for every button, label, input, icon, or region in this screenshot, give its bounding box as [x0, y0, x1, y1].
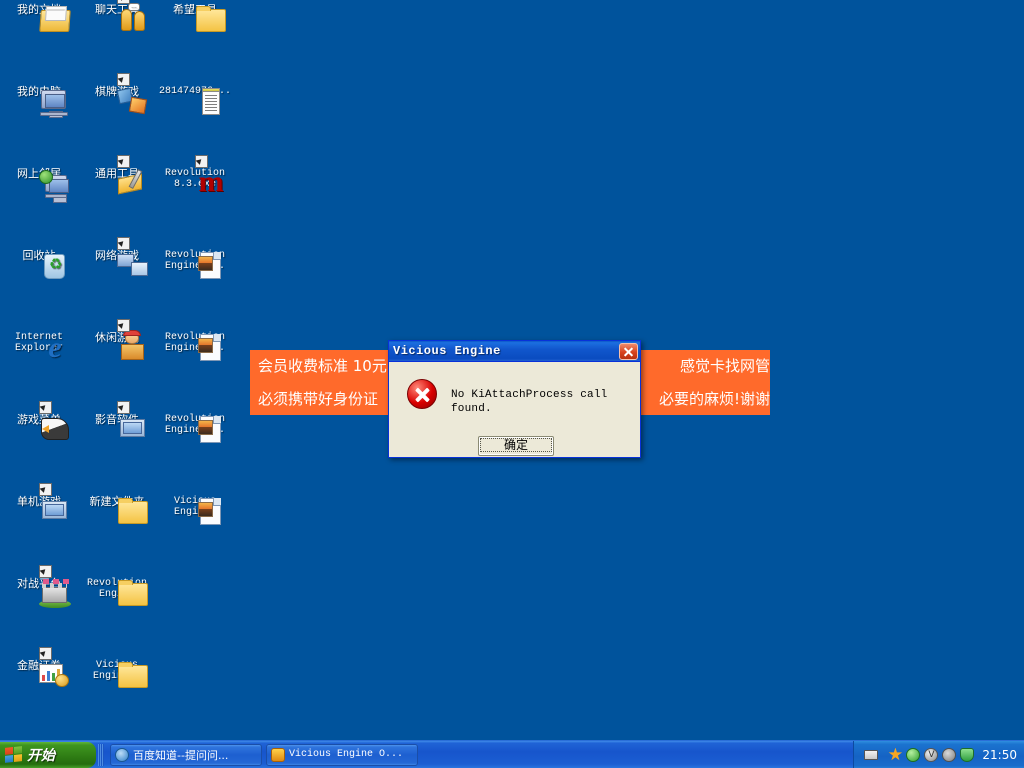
clock[interactable]: 21:50 — [982, 748, 1017, 762]
network-icon[interactable] — [942, 747, 957, 762]
ie-icon — [115, 747, 129, 762]
dialog-message: No KiAttachProcess call found. — [451, 389, 608, 415]
dialog-body: No KiAttachProcess call found. 确定 — [389, 362, 640, 458]
desktop-icon[interactable]: Revolution Engine — [78, 578, 156, 606]
show-desktop-icon[interactable] — [860, 741, 882, 768]
close-icon[interactable] — [619, 342, 638, 360]
desktop-icon[interactable]: 对战平台 — [0, 578, 78, 608]
desktop-icon-label: 回收站 — [22, 250, 56, 262]
banner-line-2-right: 必要的麻烦!谢谢 — [658, 390, 770, 408]
bug-icon — [271, 747, 285, 762]
desktop-icon-label: Revolution Engine ... — [164, 414, 225, 436]
desktop-icon[interactable]: Revolution Engine ... — [156, 250, 234, 279]
taskbar[interactable]: 开始 百度知道--提问问... Vicious Engine O... V 21:… — [0, 740, 1024, 768]
desktop-icon[interactable]: Vicious Engine 5 — [78, 660, 156, 688]
desktop-icon-label: 281474976... — [158, 86, 231, 97]
desktop-icon[interactable]: 单机游戏 — [0, 496, 78, 519]
green-shield-icon[interactable] — [906, 747, 921, 762]
desktop-icon[interactable]: … 聊天工具 — [78, 3, 156, 31]
desktop-icon[interactable]: e Internet Explorer — [0, 332, 78, 363]
volume-icon[interactable]: V — [924, 747, 939, 762]
keyboard-icon — [864, 749, 879, 760]
taskbar-buttons: 百度知道--提问问... Vicious Engine O... — [106, 743, 418, 766]
start-button[interactable]: 开始 — [0, 741, 96, 768]
desktop-icon-label: 通用工具 — [95, 168, 139, 180]
desktop-icon[interactable]: 网上邻居 — [0, 168, 78, 203]
desktop-icon[interactable]: 休闲游戏 — [78, 330, 156, 360]
desktop-icon[interactable]: 影音软件 — [78, 414, 156, 437]
desktop-icon[interactable]: ♻ 回收站 — [0, 250, 78, 279]
desktop-icon-label: Revolution Engine ... — [164, 332, 225, 354]
error-dialog[interactable]: Vicious Engine No KiAttachProcess call f… — [388, 340, 641, 458]
taskbar-button-label: 百度知道--提问问... — [133, 748, 229, 762]
desktop-icon[interactable]: 金融证券 — [0, 660, 78, 687]
desktop-icon[interactable]: 希望工具 — [156, 4, 234, 32]
dialog-titlebar[interactable]: Vicious Engine — [389, 341, 640, 362]
taskbar-separator — [98, 743, 104, 766]
desktop-icon[interactable]: 游戏菜单 — [0, 414, 78, 440]
desktop-icon[interactable]: 我的文档 — [0, 4, 78, 32]
taskbar-button[interactable]: Vicious Engine O... — [266, 743, 418, 766]
banner-line-2-left: 必须携带好身份证 — [258, 390, 379, 408]
banner-line-1-right: 感觉卡找网管 — [679, 357, 770, 375]
desktop-icon-label: Revolution Engine ... — [164, 250, 225, 272]
ok-button[interactable]: 确定 — [478, 436, 554, 456]
system-tray[interactable]: V 21:50 — [853, 740, 1024, 768]
star-icon[interactable] — [888, 747, 903, 761]
desktop-icon[interactable]: 新建文件夹 — [78, 496, 156, 524]
desktop-icon[interactable]: Revolution Engine ... — [156, 332, 234, 361]
banner-line-1-left: 会员收费标准 10元 — [258, 357, 387, 375]
update-shield-icon[interactable] — [960, 747, 975, 762]
desktop-icon[interactable]: 281474976... — [156, 86, 234, 115]
error-icon — [407, 379, 437, 409]
desktop-icon[interactable]: Revolution Engine ... — [156, 414, 234, 443]
desktop-icon[interactable]: m Revolution 8.3.exe — [156, 167, 234, 197]
dialog-title: Vicious Engine — [393, 344, 501, 358]
ok-button-label: 确定 — [480, 438, 552, 452]
taskbar-button[interactable]: 百度知道--提问问... — [110, 743, 262, 766]
taskbar-button-label: Vicious Engine O... — [289, 749, 404, 760]
windows-logo-icon — [5, 745, 22, 764]
desktop-icon-label: 休闲游戏 — [95, 332, 139, 344]
start-button-label: 开始 — [27, 747, 55, 764]
desktop-icon[interactable]: 我的电脑 — [0, 86, 78, 118]
desktop-icon[interactable]: Vicious Engi... — [156, 496, 234, 525]
desktop-icon-label: Vicious Engi... — [173, 496, 216, 518]
desktop-icon[interactable]: 棋牌游戏 — [78, 86, 156, 115]
desktop-icon[interactable]: 网络游戏 — [78, 250, 156, 276]
desktop-icon-label: 我的电脑 — [17, 86, 61, 98]
desktop-icon[interactable]: 通用工具 — [78, 168, 156, 195]
